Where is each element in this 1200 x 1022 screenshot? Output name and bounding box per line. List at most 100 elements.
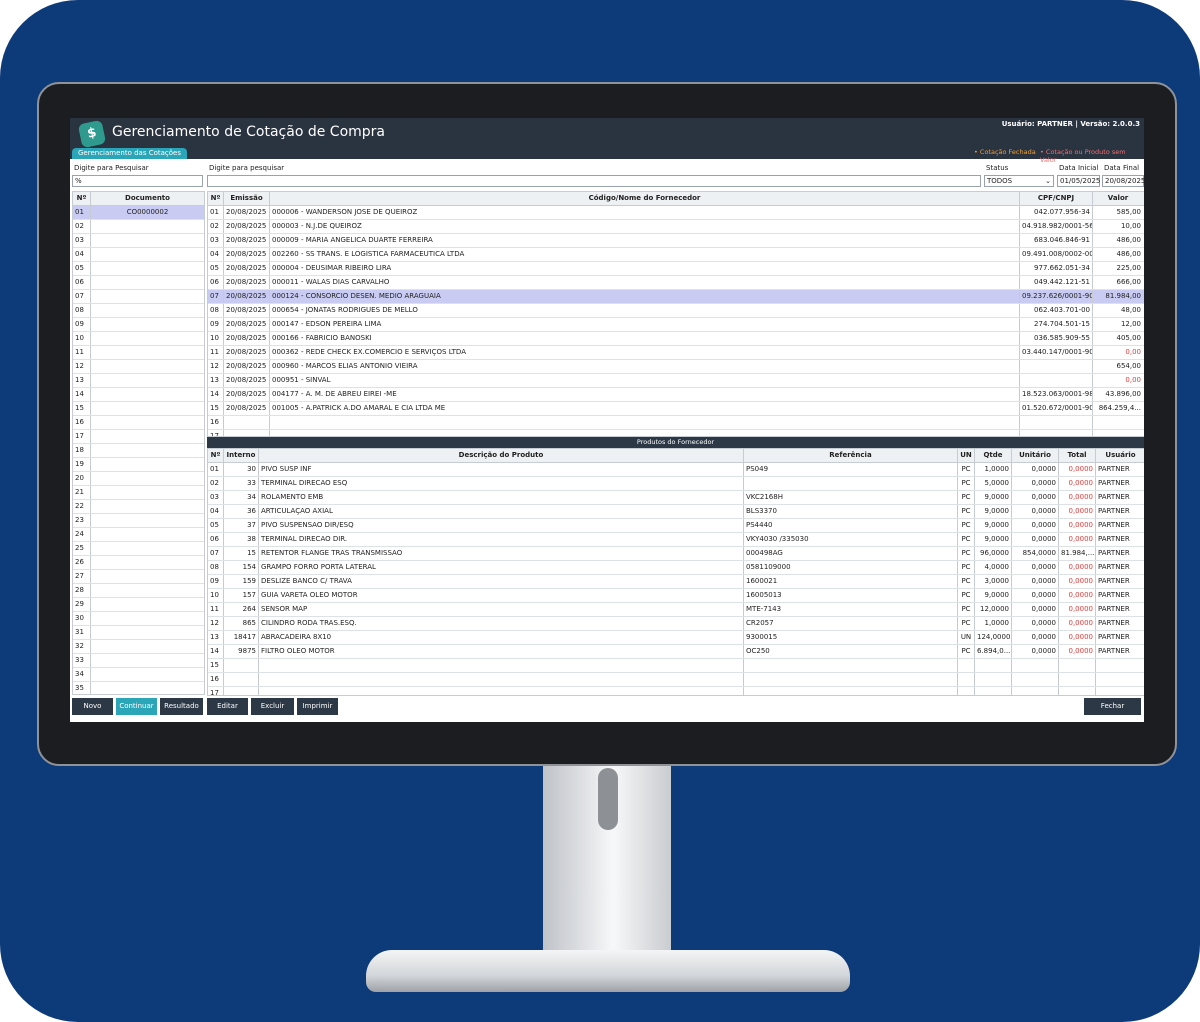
document-row[interactable]: 05 [73, 262, 204, 276]
product-row[interactable]: 02 33 TERMINAL DIRECAO ESQ PC 5,0000 0,0000 0,… [208, 477, 1144, 491]
product-row[interactable]: 17 [208, 687, 1144, 695]
document-row[interactable]: 04 [73, 248, 204, 262]
date-end-input[interactable]: 20/08/2025 [1102, 175, 1144, 187]
tab-gerenciamento[interactable]: Gerenciamento das Cotações [72, 148, 187, 159]
excluir-button[interactable]: Excluir [251, 698, 294, 715]
product-total: 0,0000 [1059, 505, 1096, 518]
document-row[interactable]: 20 [73, 472, 204, 486]
product-row[interactable]: 15 [208, 659, 1144, 673]
document-row[interactable]: 23 [73, 514, 204, 528]
document-row[interactable]: 14 [73, 388, 204, 402]
product-row[interactable]: 08 154 GRAMPO FORRO PORTA LATERAL 058110900… [208, 561, 1144, 575]
supplier-name: 000004 - DEUSIMAR RIBEIRO LIRA [270, 262, 1020, 275]
product-row[interactable]: 09 159 DESLIZE BANCO C/ TRAVA 1600021 PC 3,00… [208, 575, 1144, 589]
product-row[interactable]: 07 15 RETENTOR FLANGE TRAS TRANSMISSAO 0004… [208, 547, 1144, 561]
editar-button[interactable]: Editar [207, 698, 248, 715]
supplier-row[interactable]: 12 20/08/2025 000960 - MARCOS ELIAS ANTONI… [208, 360, 1144, 374]
supplier-row[interactable]: 10 20/08/2025 000166 - FABRICIO BANOSKI 036… [208, 332, 1144, 346]
document-row[interactable]: 11 [73, 346, 204, 360]
document-row[interactable]: 28 [73, 584, 204, 598]
supplier-row[interactable]: 04 20/08/2025 002260 - SS TRANS. E LOGISTI… [208, 248, 1144, 262]
supplier-row[interactable]: 11 20/08/2025 000362 - REDE CHECK EX.COMER… [208, 346, 1144, 360]
document-row[interactable]: 13 [73, 374, 204, 388]
product-unit-price [1012, 673, 1059, 686]
row-number: 07 [208, 547, 224, 560]
supplier-row[interactable]: 14 20/08/2025 004177 - A. M. DE ABREU EIRE… [208, 388, 1144, 402]
status-select[interactable]: TODOS ⌄ [984, 175, 1054, 187]
product-total: 0,0000 [1059, 631, 1096, 644]
product-row[interactable]: 16 [208, 673, 1144, 687]
document-row[interactable]: 27 [73, 570, 204, 584]
document-row[interactable]: 30 [73, 612, 204, 626]
novo-button[interactable]: Novo [72, 698, 113, 715]
document-row[interactable]: 25 [73, 542, 204, 556]
product-row[interactable]: 04 36 ARTICULAÇAO AXIAL BLS3370 PC 9,0000 0,00… [208, 505, 1144, 519]
document-row[interactable]: 16 [73, 416, 204, 430]
document-row[interactable]: 12 [73, 360, 204, 374]
product-row[interactable]: 10 157 GUIA VARETA OLEO MOTOR 16005013 PC 9,0… [208, 589, 1144, 603]
product-user: PARTNER [1098, 563, 1130, 571]
product-description: ROLAMENTO EMB [259, 491, 744, 504]
document-row[interactable]: 18 [73, 444, 204, 458]
document-row[interactable]: 08 [73, 304, 204, 318]
supplier-row[interactable]: 13 20/08/2025 000951 - SINVAL 0,00 [208, 374, 1144, 388]
resultado-button[interactable]: Resultado [160, 698, 203, 715]
document-row[interactable]: 33 [73, 654, 204, 668]
continuar-button[interactable]: Continuar [116, 698, 157, 715]
row-number: 05 [208, 262, 224, 275]
document-row[interactable]: 26 [73, 556, 204, 570]
document-row[interactable]: 09 [73, 318, 204, 332]
supplier-row[interactable]: 08 20/08/2025 000654 - JONATAS RODRIGUES D… [208, 304, 1144, 318]
product-row[interactable]: 06 38 TERMINAL DIRECAO DIR. VKY4030 /335030… [208, 533, 1144, 547]
document-row[interactable]: 02 [73, 220, 204, 234]
supplier-row[interactable]: 02 20/08/2025 000003 - N.J.DE QUEIROZ 04.91… [208, 220, 1144, 234]
product-row[interactable]: 05 37 PIVO SUSPENSAO DIR/ESQ PS4440 PC 9,0000… [208, 519, 1144, 533]
document-row[interactable]: 07 [73, 290, 204, 304]
product-row[interactable]: 13 18417 ABRACADEIRA 8X10 9300015 UN 124,0000… [208, 631, 1144, 645]
fechar-button[interactable]: Fechar [1084, 698, 1141, 715]
document-row[interactable]: 34 [73, 668, 204, 682]
date-start-input[interactable]: 01/05/2025 [1057, 175, 1100, 187]
document-row[interactable]: 22 [73, 500, 204, 514]
document-row[interactable]: 31 [73, 626, 204, 640]
document-row[interactable]: 32 [73, 640, 204, 654]
supplier-row[interactable]: 17 [208, 430, 1144, 436]
document-row[interactable]: 03 [73, 234, 204, 248]
supplier-row[interactable]: 03 20/08/2025 000009 - MARIA ANGELICA DUAR… [208, 234, 1144, 248]
product-row[interactable]: 12 865 CILINDRO RODA TRAS.ESQ. CR2057 PC 1,00… [208, 617, 1144, 631]
supplier-row[interactable]: 06 20/08/2025 000011 - WALAS DIAS CARVALHO… [208, 276, 1144, 290]
row-number: 02 [73, 220, 91, 233]
supplier-row[interactable]: 01 20/08/2025 000006 - WANDERSON JOSE DE Q… [208, 206, 1144, 220]
document-row[interactable]: 17 [73, 430, 204, 444]
supplier-row[interactable]: 16 [208, 416, 1144, 430]
product-description [259, 659, 744, 672]
product-internal-code: 264 [224, 603, 259, 616]
document-row[interactable]: 15 [73, 402, 204, 416]
product-row[interactable]: 01 30 PIVO SUSP INF PS049 PC 1,0000 0,0000 0,00… [208, 463, 1144, 477]
document-row[interactable]: 10 [73, 332, 204, 346]
main-search-input[interactable] [207, 175, 981, 187]
product-quantity: 4,0000 [975, 561, 1012, 574]
app-window: $ Gerenciamento de Cotação de Compra Usu… [70, 118, 1144, 722]
supplier-row[interactable]: 09 20/08/2025 000147 - EDSON PEREIRA LIMA 2… [208, 318, 1144, 332]
left-search-input[interactable]: % [72, 175, 203, 187]
document-code [91, 654, 204, 667]
product-row[interactable]: 03 34 ROLAMENTO EMB VKC2168H PC 9,0000 0,0000 0… [208, 491, 1144, 505]
supplier-row[interactable]: 15 20/08/2025 001005 - A.PATRICK A.DO AMAR… [208, 402, 1144, 416]
product-row[interactable]: 14 9875 FILTRO OLEO MOTOR OC250 PC 6.894,0...… [208, 645, 1144, 659]
supplier-row[interactable]: 05 20/08/2025 000004 - DEUSIMAR RIBEIRO LI… [208, 262, 1144, 276]
document-row[interactable]: 19 [73, 458, 204, 472]
document-row[interactable]: 29 [73, 598, 204, 612]
document-row[interactable]: 35 [73, 682, 204, 694]
document-row[interactable]: 21 [73, 486, 204, 500]
document-row[interactable]: 01 CO0000002 [73, 206, 204, 220]
supplier-row[interactable]: 07 20/08/2025 000124 - CONSORCIO DESEN. ME… [208, 290, 1144, 304]
document-row[interactable]: 24 [73, 528, 204, 542]
imprimir-button[interactable]: Imprimir [297, 698, 338, 715]
product-total: 0,0000 [1059, 645, 1096, 658]
document-row[interactable]: 06 [73, 276, 204, 290]
document-code [91, 612, 204, 625]
product-total: 0,0000 [1059, 589, 1096, 602]
document-code [91, 570, 204, 583]
product-row[interactable]: 11 264 SENSOR MAP MTE-7143 PC 12,0000 0,0000 0,… [208, 603, 1144, 617]
